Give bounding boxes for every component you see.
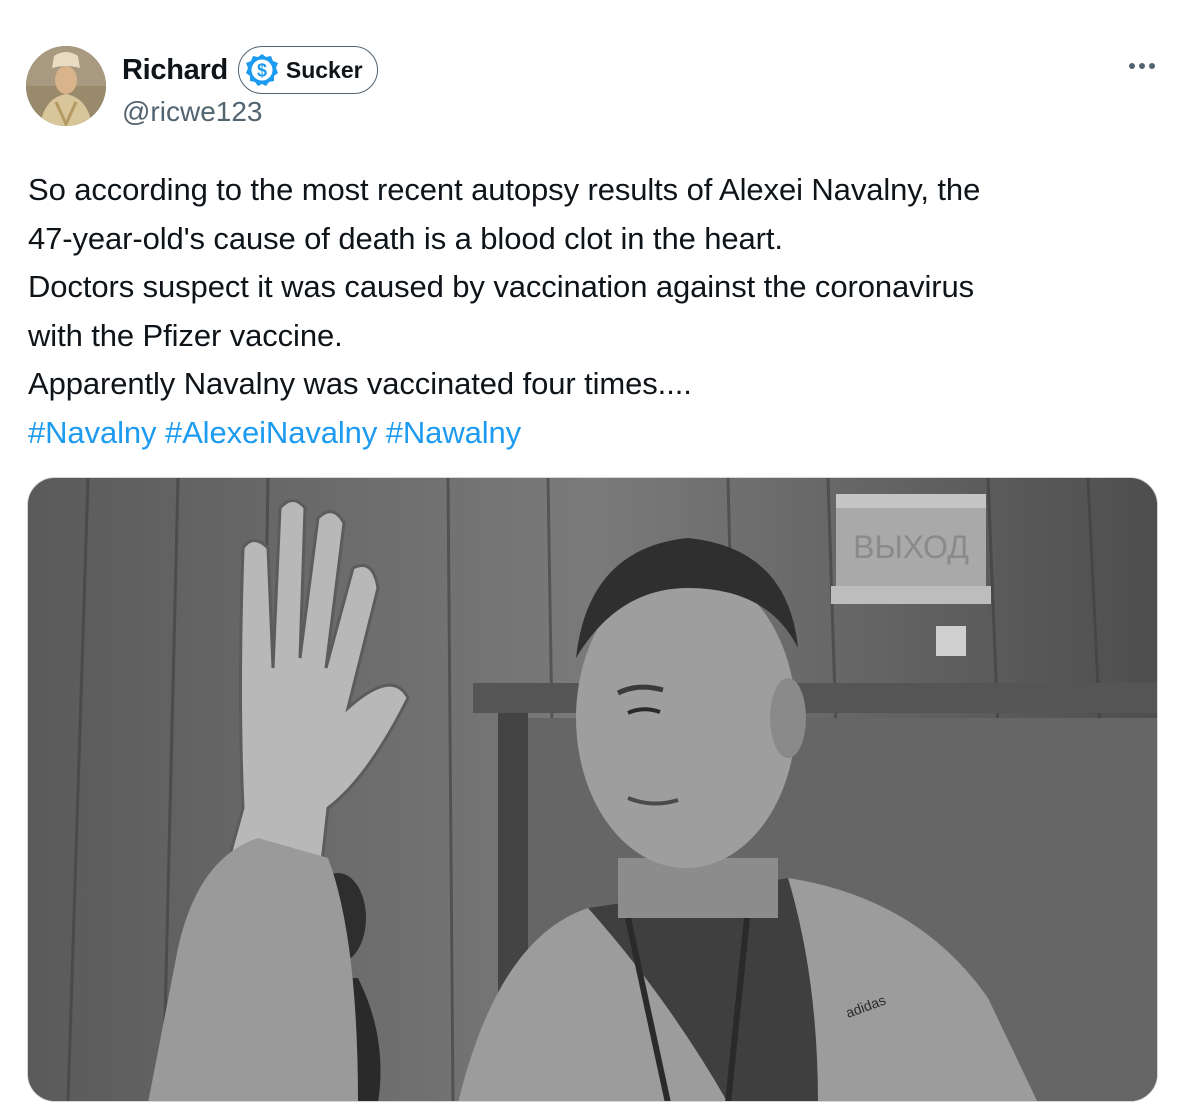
tweet-text: So according to the most recent autopsy …: [28, 166, 1168, 457]
tweet-photo[interactable]: ВЫХОД adidas: [27, 477, 1158, 1102]
tweet-line: 47-year-old's cause of death is a blood …: [28, 220, 783, 256]
dollar-circle-icon: $: [245, 54, 278, 86]
tweet-line: Apparently Navalny was vaccinated four t…: [28, 366, 692, 401]
tweet-header: Richard $ Sucker @ricwe123: [26, 44, 1166, 134]
hashtag-link[interactable]: #AlexeiNavalny: [165, 415, 377, 450]
tweet-line: So according to the most recent autopsy …: [28, 172, 981, 207]
more-dots-icon[interactable]: [1124, 54, 1160, 78]
exit-sign: ВЫХОД: [831, 494, 991, 604]
avatar[interactable]: [26, 46, 106, 126]
portrait-avatar-icon: [26, 46, 106, 126]
hashtag-link[interactable]: #Nawalny: [386, 415, 521, 450]
display-name[interactable]: Richard: [122, 54, 228, 87]
affiliate-badge[interactable]: $ Sucker: [237, 46, 378, 94]
user-handle[interactable]: @ricwe123: [122, 96, 378, 128]
photo-illustration: ВЫХОД adidas: [28, 478, 1157, 1101]
tweet-line: with the Pfizer vaccine.: [28, 317, 343, 353]
svg-text:$: $: [257, 61, 267, 81]
exit-sign-text: ВЫХОД: [853, 529, 969, 565]
hashtag-link[interactable]: #Navalny: [28, 415, 157, 450]
badge-label: Sucker: [285, 56, 363, 83]
hashtag-line: #Navalny #AlexeiNavalny #Nawalny: [28, 409, 1168, 458]
tweet-line: Doctors suspect it was caused by vaccina…: [28, 269, 975, 304]
tweet-card[interactable]: Richard $ Sucker @ricwe123 So according …: [0, 0, 1194, 1120]
